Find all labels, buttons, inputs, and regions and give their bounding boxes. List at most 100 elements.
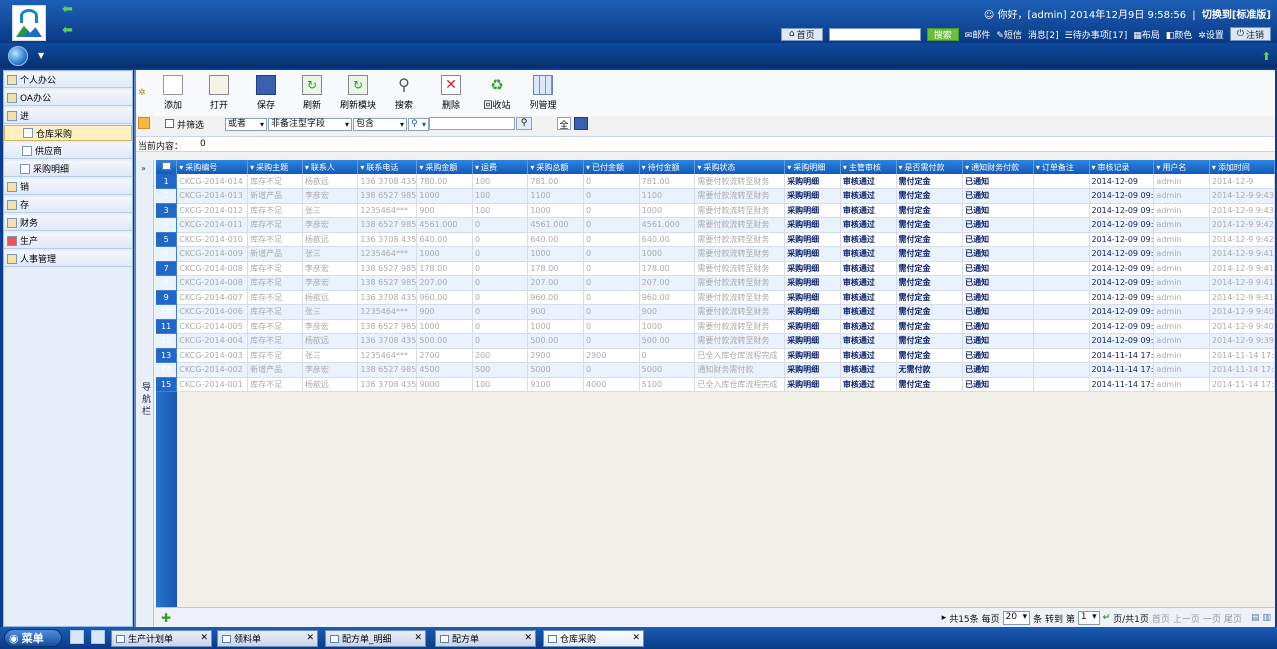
layout-link[interactable]: ▦布局: [1133, 28, 1160, 41]
sidebar-item-warehouse-purchase[interactable]: 仓库采购: [4, 125, 132, 141]
sidebar-item-purchase-detail[interactable]: 采购明细: [4, 161, 132, 177]
close-icon[interactable]: ✕: [306, 633, 314, 643]
sidebar-item-sales[interactable]: 销: [4, 179, 132, 195]
column-header[interactable]: ▾ 采购编号: [176, 160, 249, 174]
filter-toggle-icon[interactable]: [138, 117, 150, 129]
table-cell[interactable]: 采购明细: [784, 290, 841, 305]
close-icon[interactable]: ✕: [632, 633, 640, 643]
table-row[interactable]: 9 CKCG-2014-007 库存不足 杨歆远 136 3708 435 960.00 0…: [156, 290, 1276, 305]
table-row[interactable]: 15 CKCG-2014-001 库存不足 杨歆远 136 3708 435 9000 10…: [156, 377, 1276, 392]
save-button[interactable]: 保存: [242, 75, 290, 111]
and-filter-checkbox[interactable]: [165, 119, 174, 128]
table-cell[interactable]: 采购明细: [784, 188, 841, 204]
messages-link[interactable]: 消息[2]: [1028, 28, 1059, 41]
add-row-icon[interactable]: ✚: [161, 611, 171, 625]
filter-value-input[interactable]: [429, 117, 515, 130]
column-header[interactable]: ▾ 联系电话: [357, 160, 418, 174]
sidebar-item-oa[interactable]: OA办公: [4, 90, 132, 106]
sort-caret-icon[interactable]: ▾: [1156, 163, 1160, 172]
table-row[interactable]: 2 CKCG-2014-013 新增产品 李彦宏 138 6527 985 1000 100…: [156, 188, 1276, 204]
table-cell[interactable]: 采购明细: [784, 217, 841, 233]
table-row[interactable]: 7 CKCG-2014-008 库存不足 李彦宏 138 6527 985 178.00 0…: [156, 261, 1276, 276]
sort-caret-icon[interactable]: ▾: [697, 163, 701, 172]
column-header[interactable]: ▾ 采购主题: [247, 160, 303, 174]
table-cell[interactable]: 采购明细: [784, 232, 841, 247]
mail-link[interactable]: ✉邮件: [965, 28, 991, 41]
table-row[interactable]: 11 CKCG-2014-005 库存不足 李彦宏 138 6527 985 1000 0 1…: [156, 319, 1276, 334]
next-page-link[interactable]: 一页: [1203, 612, 1221, 625]
table-cell[interactable]: 采购明细: [784, 275, 841, 291]
open-button[interactable]: 打开: [195, 75, 243, 111]
sort-caret-icon[interactable]: ▾: [530, 163, 534, 172]
task-tab-production-plan[interactable]: 生产计划单 ✕: [111, 630, 212, 647]
table-cell[interactable]: 采购明细: [784, 348, 841, 363]
first-page-link[interactable]: 首页: [1152, 612, 1170, 625]
table-cell[interactable]: 采购明细: [784, 333, 841, 349]
operator-select[interactable]: 包含: [353, 117, 407, 131]
select-all-button[interactable]: 全: [557, 117, 571, 131]
sort-caret-icon[interactable]: ▾: [360, 163, 364, 172]
gear-icon[interactable]: ✲: [138, 88, 146, 98]
table-row[interactable]: 14 CKCG-2014-002 新增产品 李彦宏 138 6527 985 4500 50…: [156, 362, 1276, 378]
sms-link[interactable]: ✎短信: [996, 28, 1022, 41]
column-header[interactable]: ▾ 通知财务付款: [962, 160, 1034, 174]
column-header[interactable]: ▾ 待付金额: [639, 160, 696, 174]
double-chevron-icon[interactable]: »: [141, 164, 146, 173]
sidebar-item-personal[interactable]: 个人办公: [4, 72, 132, 88]
table-row[interactable]: 4 CKCG-2014-011 库存不足 李彦宏 138 6527 985 4561.00…: [156, 217, 1276, 233]
task-tab-formula-detail[interactable]: 配方单_明细 ✕: [325, 630, 426, 647]
sidebar-item-supplier[interactable]: 供应商: [4, 143, 132, 159]
collapse-up-icon[interactable]: ⬆: [1262, 50, 1271, 63]
column-header[interactable]: ▾ 采购总额: [527, 160, 584, 174]
column-header[interactable]: ▾ 联系人: [302, 160, 359, 174]
sidebar-item-stock[interactable]: 存: [4, 197, 132, 213]
column-header[interactable]: ▾ 主管审核: [840, 160, 897, 174]
sidebar-item-finance[interactable]: 财务: [4, 215, 132, 231]
home-button[interactable]: ⌂ 首页: [780, 27, 823, 41]
logic-select[interactable]: 或者: [225, 117, 267, 131]
sort-caret-icon[interactable]: ▾: [305, 163, 309, 172]
task-tab-warehouse-purchase[interactable]: 仓库采购 ✕: [543, 630, 644, 647]
search-type-select[interactable]: ⚲: [408, 117, 429, 131]
table-cell[interactable]: 采购明细: [784, 377, 841, 392]
sort-caret-icon[interactable]: ▾: [586, 163, 590, 172]
column-header[interactable]: ▾ 订单备注: [1033, 160, 1090, 174]
prev-page-link[interactable]: 上一页: [1173, 612, 1200, 625]
sort-caret-icon[interactable]: ▾: [843, 163, 847, 172]
settings-link[interactable]: ✲设置: [1198, 28, 1224, 41]
select-all-checkbox[interactable]: [156, 160, 178, 174]
delete-button[interactable]: ✕ 删除: [427, 75, 475, 111]
add-button[interactable]: 添加: [149, 75, 197, 111]
sort-caret-icon[interactable]: ▾: [1092, 163, 1096, 172]
logout-button[interactable]: ⏻ 注销: [1229, 27, 1271, 41]
export-icon[interactable]: ▤: [1251, 613, 1260, 623]
sort-caret-icon[interactable]: ▾: [250, 163, 254, 172]
table-row[interactable]: 3 CKCG-2014-012 库存不足 张三 1235464*** 900 100 1000…: [156, 203, 1276, 218]
sort-caret-icon[interactable]: ▾: [965, 163, 969, 172]
sidebar-item-production[interactable]: 生产: [4, 233, 132, 249]
forward-arrow-icon[interactable]: ⬅: [62, 23, 73, 38]
column-header[interactable]: ▾ 已付金额: [583, 160, 640, 174]
sort-caret-icon[interactable]: ▾: [787, 163, 791, 172]
sort-caret-icon[interactable]: ▾: [899, 163, 903, 172]
last-page-link[interactable]: 尾页: [1224, 612, 1242, 625]
sort-caret-icon[interactable]: ▾: [179, 163, 183, 172]
column-header[interactable]: ▾ 采购明细: [784, 160, 841, 174]
nav-collapse-bar[interactable]: » 导航栏: [136, 160, 154, 627]
field-select[interactable]: 非备注型字段: [268, 117, 352, 131]
chevron-down-icon[interactable]: ▼: [38, 51, 44, 60]
browser-icon[interactable]: [70, 630, 84, 644]
sort-caret-icon[interactable]: ▾: [419, 163, 423, 172]
close-icon[interactable]: ✕: [200, 633, 208, 643]
global-search-input[interactable]: [828, 27, 921, 41]
start-menu-button[interactable]: ◉ 菜单: [4, 629, 62, 647]
table-row[interactable]: 12 CKCG-2014-004 库存不足 杨歆远 136 3708 435 500.00…: [156, 333, 1276, 349]
table-cell[interactable]: 采购明细: [784, 362, 841, 378]
table-cell[interactable]: 采购明细: [784, 319, 841, 334]
task-tab-formula[interactable]: 配方单 ✕: [435, 630, 536, 647]
sort-caret-icon[interactable]: ▾: [1212, 163, 1216, 172]
sort-caret-icon[interactable]: ▾: [1036, 163, 1040, 172]
globe-menu-icon[interactable]: [8, 46, 28, 66]
refresh-module-button[interactable]: ↻ 刷新模块: [334, 75, 382, 111]
table-row[interactable]: 13 CKCG-2014-003 库存不足 张三 1235464*** 2700 200 29…: [156, 348, 1276, 363]
